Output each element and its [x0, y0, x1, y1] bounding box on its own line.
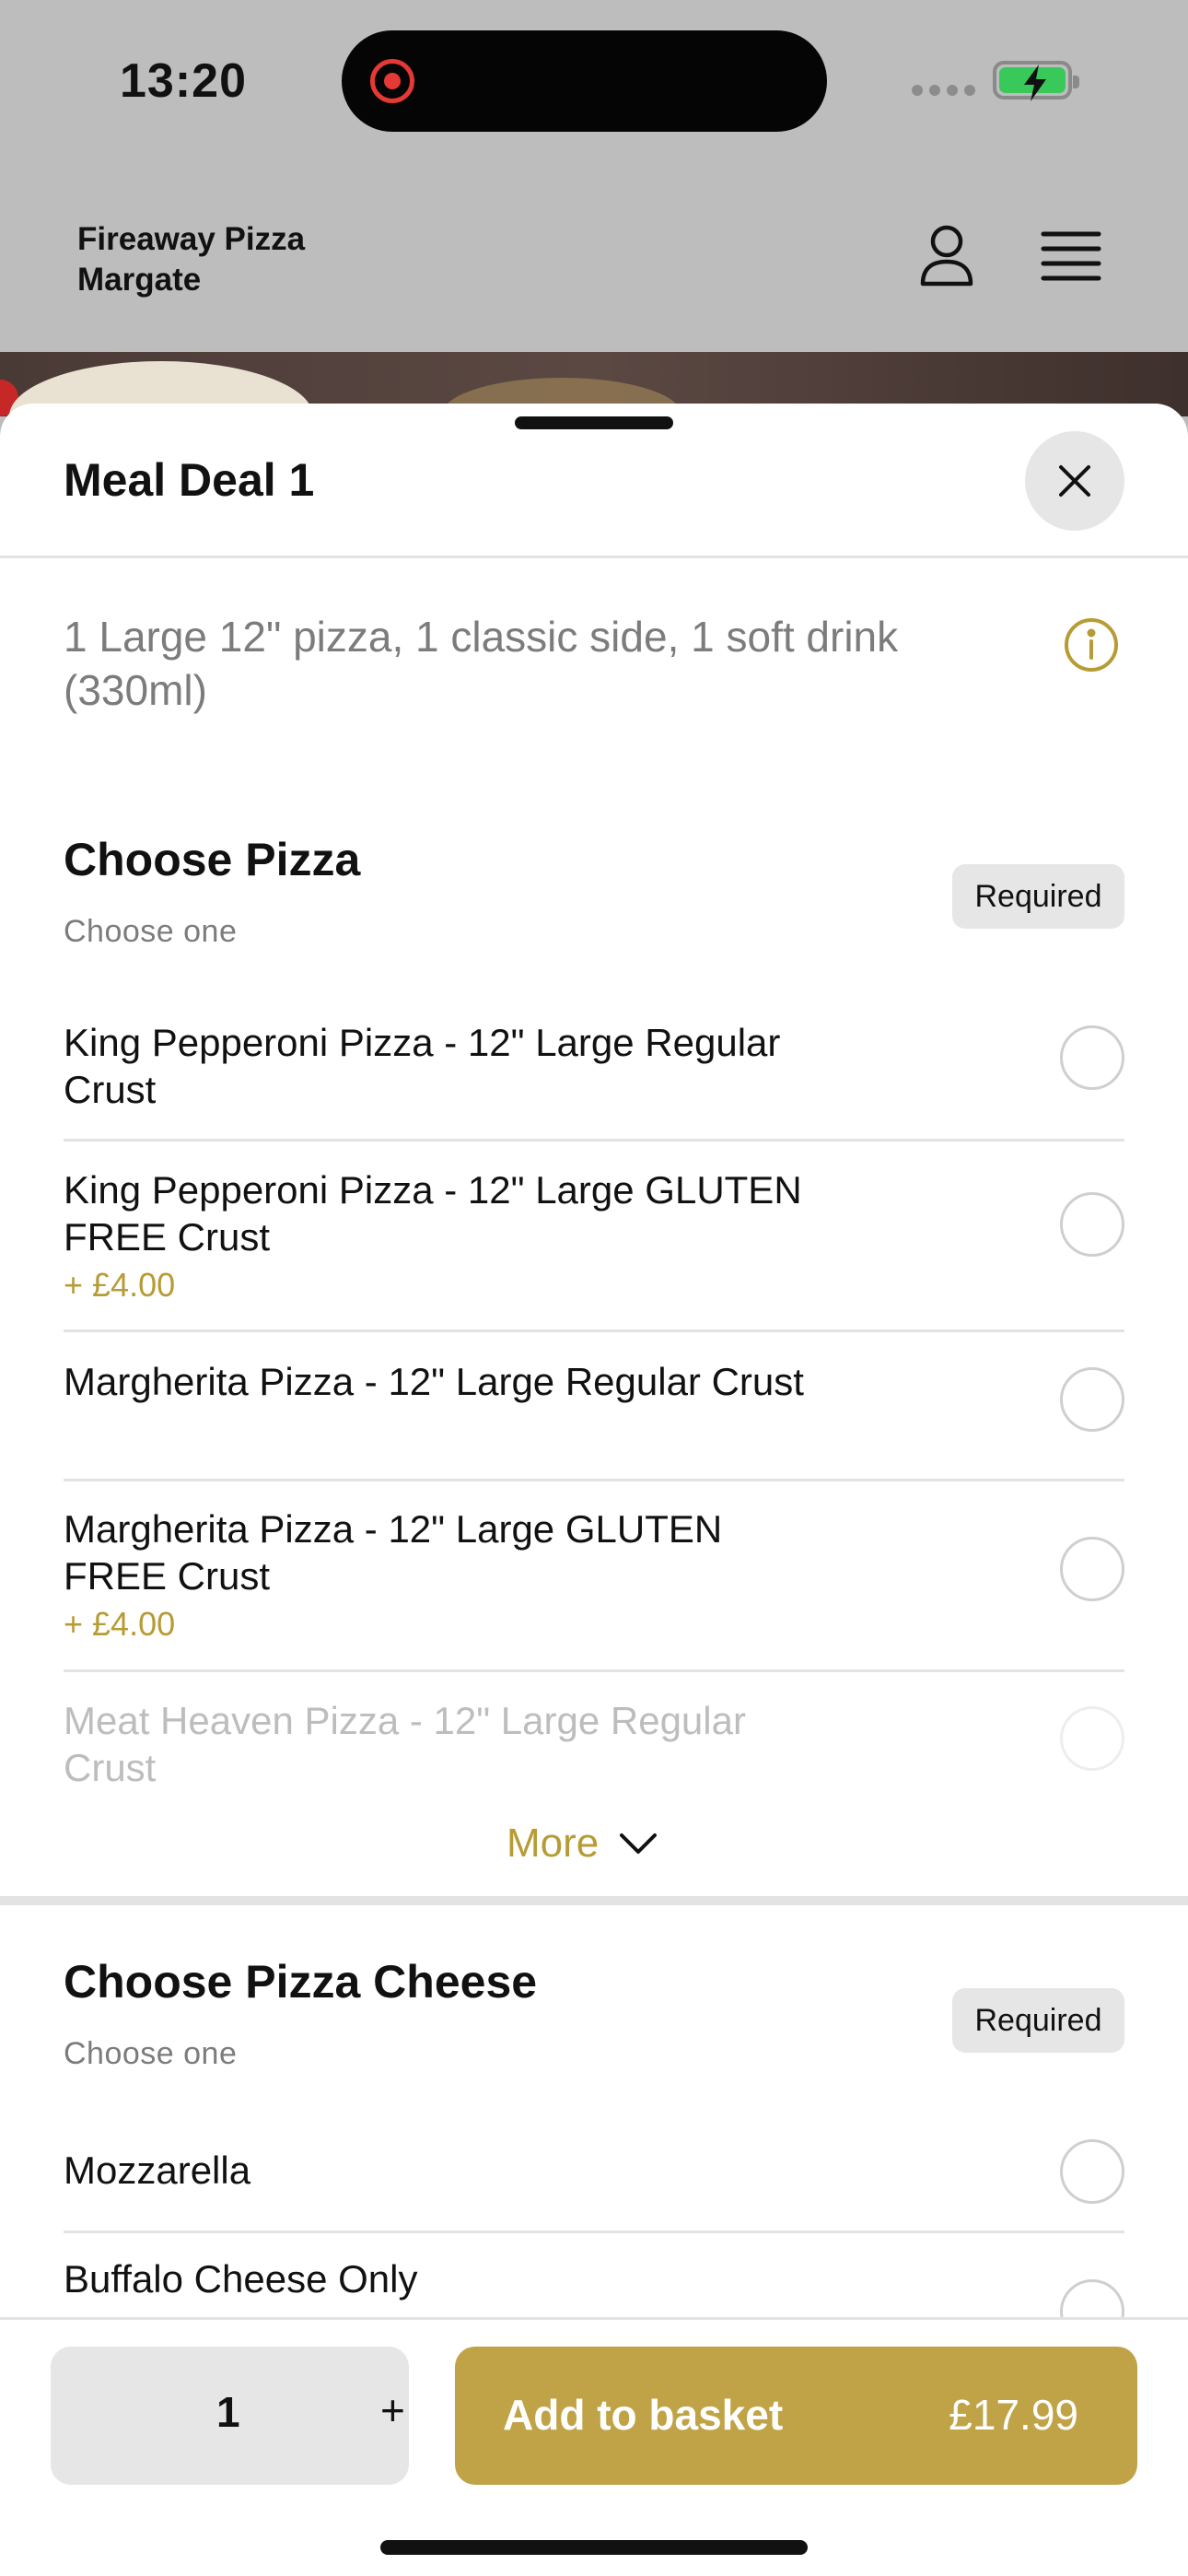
- add-to-basket-button[interactable]: Add to basket £17.99: [455, 2347, 1137, 2485]
- basket-total: £17.99: [949, 2391, 1078, 2439]
- option-price: + £4.00: [64, 1605, 176, 1643]
- radio-button[interactable]: [1060, 1192, 1124, 1257]
- divider: [64, 2231, 1124, 2233]
- option-price: + £4.00: [64, 1266, 176, 1304]
- chevron-down-icon: [620, 1833, 658, 1854]
- site-header: Fireaway Pizza Margate: [0, 166, 1188, 352]
- quantity-value: 1: [216, 2388, 240, 2436]
- item-title: Meal Deal 1: [64, 454, 315, 506]
- more-options-button[interactable]: More: [507, 1813, 658, 1874]
- section-subtitle: Choose one: [64, 914, 238, 949]
- add-to-basket-label: Add to basket: [503, 2391, 784, 2439]
- cellular-signal-icon: [912, 85, 975, 96]
- option-king-pepperoni-regular[interactable]: King Pepperoni Pizza - 12" Large Regular…: [64, 1019, 1124, 1113]
- more-label: More: [507, 1821, 600, 1866]
- screen-recording-icon: [370, 59, 414, 103]
- status-bar: 13:20: [0, 0, 1188, 166]
- option-margherita-regular[interactable]: Margherita Pizza - 12" Large Regular Cru…: [64, 1358, 1124, 1432]
- sheet-grabber[interactable]: [515, 416, 673, 429]
- item-sheet: Meal Deal 1 1 Large 12" pizza, 1 classic…: [0, 404, 1188, 2576]
- option-buffalo-cheese[interactable]: Buffalo Cheese Only: [64, 2255, 1124, 2344]
- required-badge: Required: [952, 864, 1124, 929]
- section-subtitle: Choose one: [64, 2036, 238, 2071]
- account-icon[interactable]: [917, 223, 976, 294]
- radio-button[interactable]: [1060, 2139, 1124, 2204]
- option-label: King Pepperoni Pizza - 12" Large Regular…: [64, 1021, 781, 1111]
- increment-button[interactable]: +: [380, 2385, 405, 2435]
- hamburger-menu-icon[interactable]: [1041, 230, 1101, 288]
- battery-charging-icon: [993, 61, 1079, 101]
- option-label: Mozzarella: [64, 2149, 251, 2192]
- option-meat-heaven-regular[interactable]: Meat Heaven Pizza - 12" Large Regular Cr…: [64, 1697, 1124, 1791]
- divider: [64, 1329, 1124, 1332]
- dynamic-island: [342, 30, 827, 132]
- option-label: Meat Heaven Pizza - 12" Large Regular Cr…: [64, 1699, 746, 1789]
- quantity-stepper[interactable]: 1 +: [51, 2347, 409, 2485]
- section-title-choose-cheese: Choose Pizza Cheese: [64, 1956, 538, 2008]
- section-separator: [0, 1896, 1188, 1905]
- option-margherita-gluten-free[interactable]: Margherita Pizza - 12" Large GLUTEN FREE…: [64, 1505, 1124, 1647]
- option-king-pepperoni-gluten-free[interactable]: King Pepperoni Pizza - 12" Large GLUTEN …: [64, 1166, 1124, 1308]
- section-title-choose-pizza: Choose Pizza: [64, 834, 361, 885]
- divider: [0, 556, 1188, 558]
- radio-button[interactable]: [1060, 1537, 1124, 1601]
- option-label: King Pepperoni Pizza - 12" Large GLUTEN …: [64, 1168, 802, 1259]
- option-mozzarella[interactable]: Mozzarella: [64, 2139, 1124, 2204]
- close-button[interactable]: [1025, 431, 1124, 531]
- option-label: Buffalo Cheese Only: [64, 2257, 418, 2301]
- close-icon: [1059, 465, 1090, 497]
- divider: [64, 1669, 1124, 1672]
- home-indicator[interactable]: [380, 2540, 808, 2555]
- item-description: 1 Large 12" pizza, 1 classic side, 1 sof…: [64, 613, 899, 714]
- radio-button[interactable]: [1060, 1367, 1124, 1432]
- radio-button[interactable]: [1060, 1706, 1124, 1771]
- divider: [64, 1479, 1124, 1481]
- status-time: 13:20: [120, 54, 247, 108]
- required-badge: Required: [952, 1988, 1124, 2053]
- radio-button[interactable]: [1060, 1025, 1124, 1090]
- option-label: Margherita Pizza - 12" Large Regular Cru…: [64, 1360, 804, 1403]
- bottom-action-bar: 1 + Add to basket £17.99: [0, 2317, 1188, 2576]
- store-name[interactable]: Fireaway Pizza Margate: [77, 219, 305, 300]
- divider: [64, 1139, 1124, 1142]
- info-icon[interactable]: [1064, 617, 1119, 677]
- option-label: Margherita Pizza - 12" Large GLUTEN FREE…: [64, 1507, 723, 1598]
